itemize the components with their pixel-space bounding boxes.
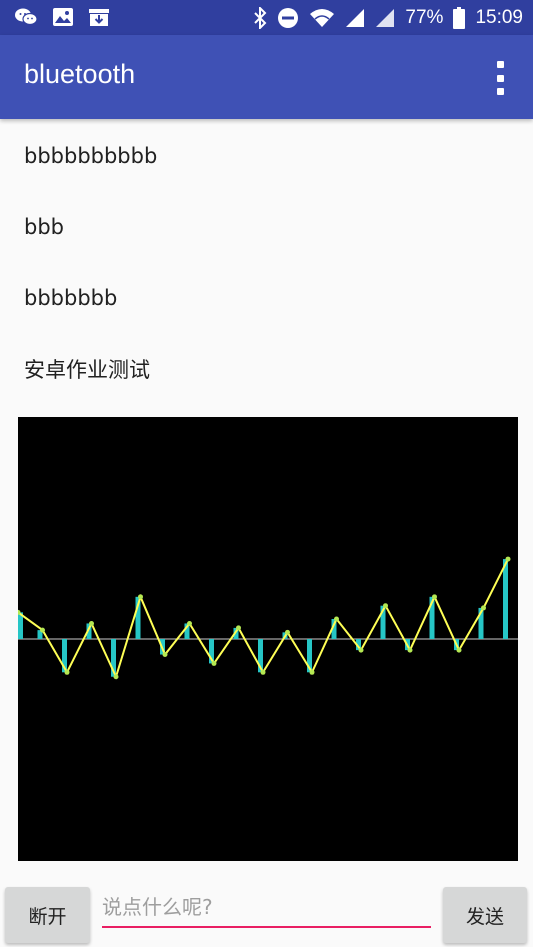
wechat-icon: [14, 7, 38, 27]
chart-point: [40, 627, 45, 633]
chart-point: [432, 594, 437, 600]
chart-point: [236, 625, 241, 631]
send-button[interactable]: 发送: [443, 887, 527, 943]
chart-point: [187, 620, 192, 626]
wifi-icon: [309, 8, 335, 28]
chart-point: [162, 652, 168, 658]
chart-bar: [503, 559, 508, 639]
app-title: bluetooth: [24, 59, 136, 89]
status-right-icons: 77% 15:09: [253, 0, 523, 35]
more-vert-icon[interactable]: [491, 61, 509, 95]
app-bar: bluetooth: [0, 35, 533, 119]
list-item[interactable]: bbbbbbb: [0, 262, 533, 333]
chart-point: [285, 629, 290, 635]
signal-icon: [345, 8, 365, 28]
chart-point: [481, 605, 486, 611]
message-input[interactable]: [102, 890, 431, 928]
chart-svg: [18, 556, 518, 680]
chart-point: [113, 674, 119, 680]
chart-point: [138, 594, 143, 600]
image-icon: [52, 7, 74, 27]
status-left-icons: [14, 7, 110, 27]
chart-point: [456, 647, 462, 653]
download-icon: [88, 7, 110, 27]
battery-icon: [453, 6, 466, 29]
waveform-chart: [18, 417, 518, 861]
chart-point: [260, 669, 266, 675]
do-not-disturb-icon: [277, 7, 299, 29]
bottom-bar: 断开 发送: [0, 880, 533, 947]
chart-point: [89, 620, 94, 626]
chart-point: [407, 647, 413, 653]
chart-point: [334, 616, 339, 622]
clock: 15:09: [475, 6, 523, 28]
chart-point: [358, 647, 364, 653]
signal-icon: [375, 8, 395, 28]
chart-point: [64, 669, 70, 675]
list-item[interactable]: bbb: [0, 191, 533, 262]
list-item[interactable]: 安卓作业测试: [0, 333, 533, 404]
chart-point: [309, 669, 315, 675]
bluetooth-icon: [253, 6, 267, 29]
disconnect-button[interactable]: 断开: [5, 887, 90, 943]
status-bar: 77% 15:09: [0, 0, 533, 35]
battery-percent: 77%: [405, 6, 444, 28]
chart-point: [505, 556, 511, 562]
chart-point: [211, 660, 217, 666]
list-item[interactable]: bbbbbbbbbb: [0, 120, 533, 191]
message-list: bbbbbbbbbb bbb bbbbbbb 安卓作业测试: [0, 120, 533, 404]
chart-point: [383, 603, 388, 609]
